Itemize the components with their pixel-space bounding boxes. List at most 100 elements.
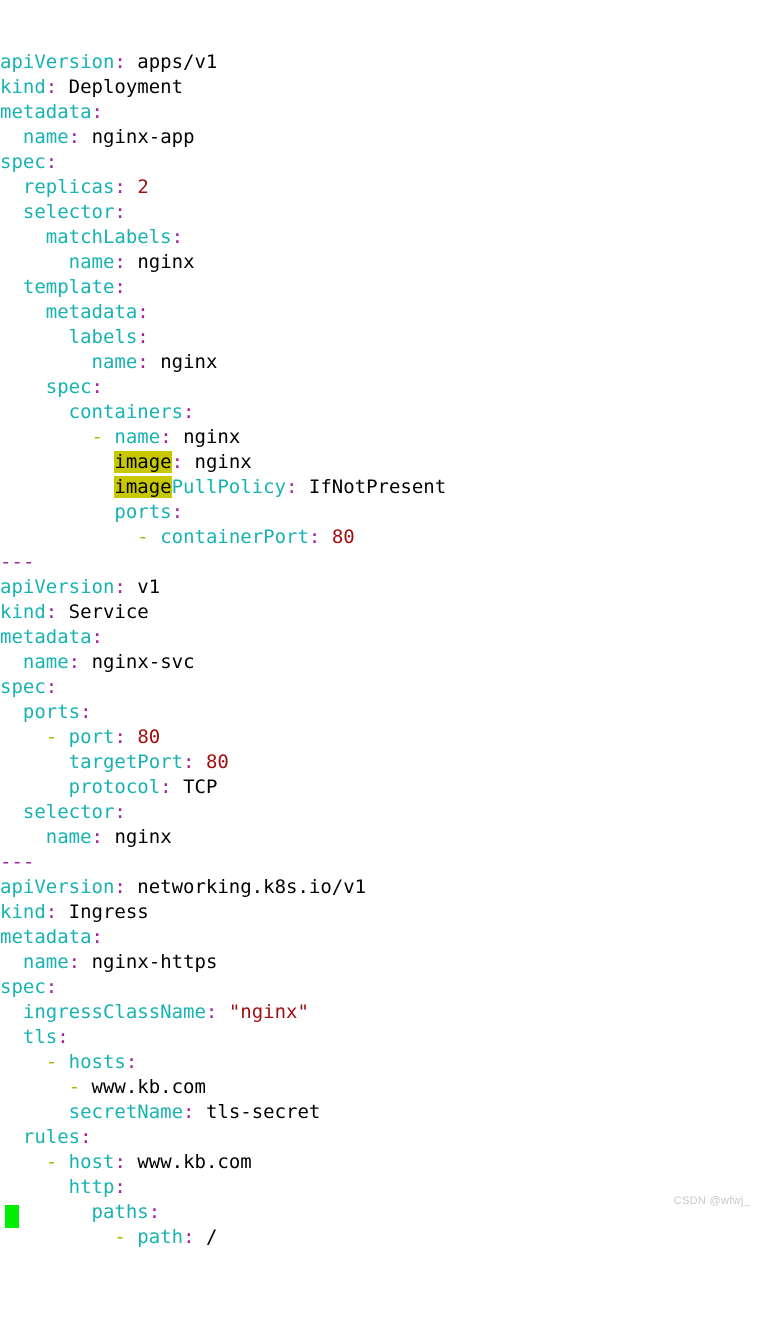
code-line[interactable]: - host: www.kb.com [0, 1150, 758, 1175]
code-line[interactable]: secretName: tls-secret [0, 1100, 758, 1125]
yaml-key: metadata [0, 101, 92, 123]
yaml-key: spec [0, 676, 46, 698]
code-line[interactable]: metadata: [0, 925, 758, 950]
code-line[interactable]: http: [0, 1175, 758, 1200]
code-line[interactable]: matchLabels: [0, 225, 758, 250]
code-line[interactable]: tls: [0, 1025, 758, 1050]
code-line[interactable]: protocol: TCP [0, 775, 758, 800]
yaml-key: paths [91, 1201, 149, 1223]
code-line[interactable]: --- [0, 850, 758, 875]
code-line[interactable]: name: nginx [0, 825, 758, 850]
code-line[interactable]: spec: [0, 375, 758, 400]
code-line[interactable]: spec: [0, 150, 758, 175]
code-line[interactable]: ingressClassName: "nginx" [0, 1000, 758, 1025]
document-separator: --- [0, 851, 35, 873]
code-line[interactable]: name: nginx [0, 350, 758, 375]
code-line[interactable]: apiVersion: apps/v1 [0, 50, 758, 75]
code-line[interactable]: replicas: 2 [0, 175, 758, 200]
code-line[interactable]: - containerPort: 80 [0, 525, 758, 550]
code-line[interactable]: labels: [0, 325, 758, 350]
code-line[interactable]: - path: / [0, 1225, 758, 1250]
yaml-colon: : [171, 451, 184, 473]
code-line[interactable]: - port: 80 [0, 725, 758, 750]
code-line[interactable]: ports: [0, 700, 758, 725]
yaml-key: name [45, 826, 92, 848]
code-line[interactable]: rules: [0, 1125, 758, 1150]
list-dash: - [45, 1051, 58, 1073]
code-line[interactable]: name: nginx [0, 250, 758, 275]
code-line[interactable]: spec: [0, 675, 758, 700]
yaml-key: labels [68, 326, 138, 348]
code-line[interactable]: selector: [0, 200, 758, 225]
code-line[interactable]: imagePullPolicy: IfNotPresent [0, 475, 758, 500]
code-line[interactable]: ports: [0, 500, 758, 525]
yaml-colon: : [91, 826, 103, 848]
yaml-colon: : [308, 526, 321, 548]
yaml-colon: : [183, 1101, 195, 1123]
yaml-value: apps/v1 [137, 51, 218, 73]
yaml-key: name [22, 651, 69, 673]
code-line[interactable]: image: nginx [0, 450, 758, 475]
code-line[interactable]: apiVersion: networking.k8s.io/v1 [0, 875, 758, 900]
yaml-key: metadata [45, 301, 138, 323]
code-line[interactable]: apiVersion: v1 [0, 575, 758, 600]
yaml-key: ingressClassName [22, 1001, 206, 1023]
code-line[interactable]: --- [0, 550, 758, 575]
code-line[interactable]: - hosts: [0, 1050, 758, 1075]
code-line[interactable]: kind: Service [0, 600, 758, 625]
list-dash: - [114, 1226, 126, 1248]
yaml-key: matchLabels [45, 226, 172, 248]
code-line[interactable]: name: nginx-app [0, 125, 758, 150]
yaml-key: name [91, 351, 138, 373]
yaml-editor-viewport[interactable]: apiVersion: apps/v1 kind: Deployment metad… [0, 0, 758, 1248]
yaml-key: targetPort [68, 751, 184, 773]
yaml-key: apiVersion [0, 51, 115, 73]
code-line[interactable]: paths: [0, 1200, 758, 1225]
code-line[interactable]: targetPort: 80 [0, 750, 758, 775]
code-line[interactable]: - name: nginx [0, 425, 758, 450]
code-line[interactable]: metadata: [0, 300, 758, 325]
code-line[interactable]: kind: Deployment [0, 75, 758, 100]
yaml-colon: : [171, 226, 184, 248]
yaml-value: IfNotPresent [308, 476, 447, 498]
yaml-value: v1 [137, 576, 161, 598]
yaml-key: name [22, 126, 69, 148]
list-dash: - [137, 526, 149, 548]
yaml-colon: : [114, 176, 126, 198]
yaml-key: kind [0, 601, 46, 623]
code-line[interactable]: name: nginx-https [0, 950, 758, 975]
code-line[interactable]: - www.kb.com [0, 1075, 758, 1100]
code-line[interactable]: containers: [0, 400, 758, 425]
code-line[interactable]: spec: [0, 975, 758, 1000]
yaml-key: protocol [68, 776, 161, 798]
code-line[interactable]: kind: Ingress [0, 900, 758, 925]
code-line[interactable]: selector: [0, 800, 758, 825]
code-line[interactable]: metadata: [0, 100, 758, 125]
code-line[interactable]: metadata: [0, 625, 758, 650]
code-line[interactable]: template: [0, 275, 758, 300]
yaml-key: spec [0, 151, 46, 173]
yaml-key: replicas [22, 176, 115, 198]
code-line[interactable]: name: nginx-svc [0, 650, 758, 675]
code-lines-container[interactable]: apiVersion: apps/v1 kind: Deployment metad… [0, 50, 758, 1250]
document-separator: --- [0, 551, 35, 573]
yaml-colon: : [68, 126, 81, 148]
